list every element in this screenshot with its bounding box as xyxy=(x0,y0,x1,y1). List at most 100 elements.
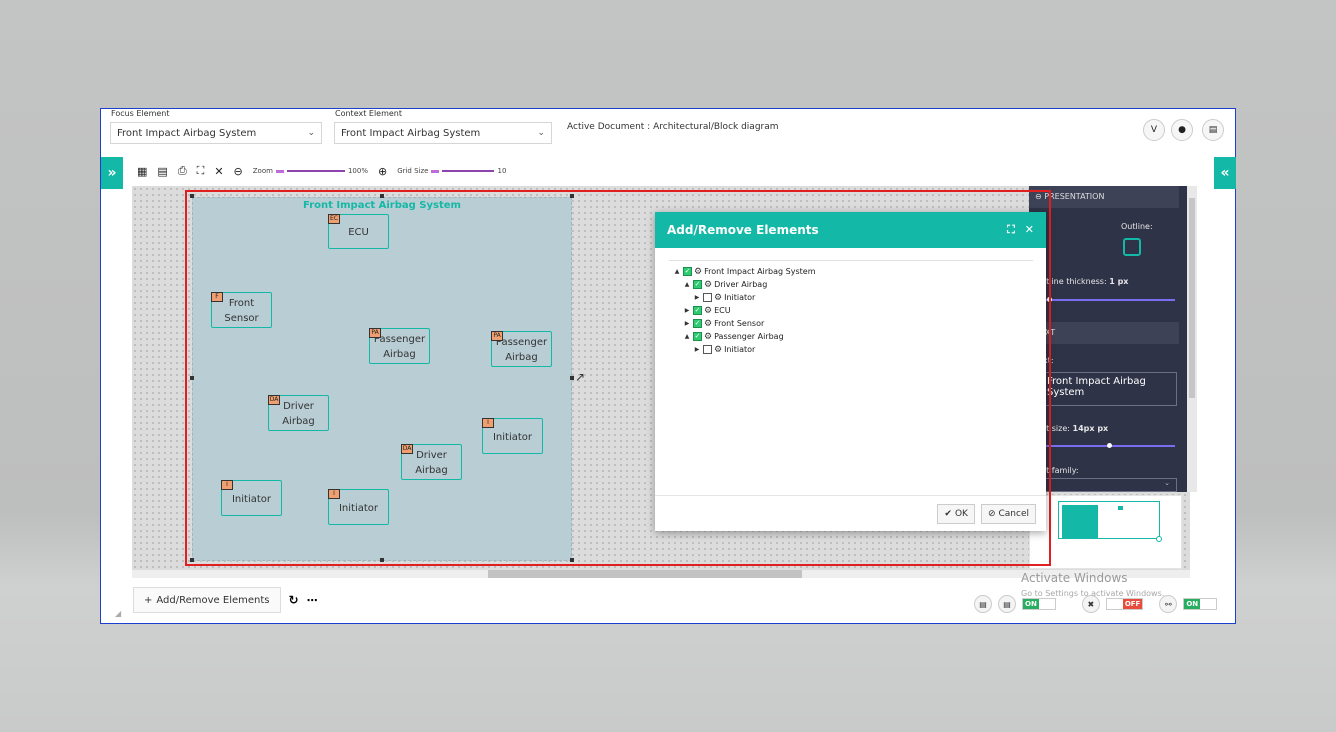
cancel-label: Cancel xyxy=(998,508,1030,519)
gears-icon: ⚙ xyxy=(704,318,713,329)
checkbox[interactable]: ✓ xyxy=(693,319,702,328)
collapse-icon[interactable]: ▲ xyxy=(683,333,691,340)
document-icon[interactable]: ▤ xyxy=(998,595,1016,613)
ok-button[interactable]: ✔ OK xyxy=(937,503,975,524)
outline-label: Outline: xyxy=(1121,222,1153,231)
dialog-header: Add/Remove Elements ⛶ ✕ xyxy=(655,212,1046,248)
font-size-label: nt size: 14px px xyxy=(1041,424,1109,433)
focus-element-select[interactable]: Front Impact Airbag System ⌄ xyxy=(110,122,322,144)
checkbox[interactable] xyxy=(703,293,712,302)
gears-icon: ⚙ xyxy=(704,305,713,316)
minimap[interactable] xyxy=(1029,495,1182,569)
minimap-modal xyxy=(1118,506,1123,510)
gears-icon: ⚙ xyxy=(694,266,703,277)
gears-icon: ⚙ xyxy=(714,292,723,303)
chevron-down-icon: ⌄ xyxy=(537,128,545,138)
checkbox[interactable] xyxy=(703,345,712,354)
tree-item[interactable]: ▶ ⚙ Initiator xyxy=(669,343,1033,356)
grid-size-value: 10 xyxy=(497,167,507,175)
collapse-icon[interactable]: ▲ xyxy=(683,281,691,288)
tree-item-label: ECU xyxy=(714,306,731,315)
dialog-title: Add/Remove Elements xyxy=(667,223,819,237)
expand-icon[interactable]: ▶ xyxy=(693,346,701,353)
document-icon[interactable]: ▤ xyxy=(974,595,992,613)
font-family-select[interactable]: ⌄ xyxy=(1043,478,1177,492)
outline-thickness-label: utline thickness: 1 px xyxy=(1041,277,1129,286)
tree-item[interactable]: ▲ ✓ ⚙ Passenger Airbag xyxy=(669,330,1033,343)
close-icon[interactable]: ✕ xyxy=(1025,223,1034,237)
checkbox[interactable]: ✓ xyxy=(693,280,702,289)
checkbox[interactable]: ✓ xyxy=(693,306,702,315)
ok-label: OK xyxy=(954,508,968,519)
export-svg-icon[interactable]: ▦ xyxy=(137,165,147,178)
tree-item-label: Front Impact Airbag System xyxy=(704,267,816,276)
outline-thickness-value: 1 px xyxy=(1109,277,1129,286)
tree-item-label: Passenger Airbag xyxy=(714,332,784,341)
panel-scrollbar[interactable] xyxy=(1187,186,1197,492)
zoom-value: 100% xyxy=(347,167,368,175)
context-element-value: Front Impact Airbag System xyxy=(341,127,481,139)
checkbox[interactable]: ✓ xyxy=(683,267,692,276)
toggle-switch[interactable]: OFF xyxy=(1105,598,1144,610)
top-bar: Focus Element Front Impact Airbag System… xyxy=(101,109,1235,153)
context-element-select[interactable]: Front Impact Airbag System ⌄ xyxy=(334,122,552,144)
tree-item[interactable]: ▲ ✓ ⚙ Driver Airbag xyxy=(669,278,1033,291)
outline-thickness-slider[interactable] xyxy=(1043,299,1175,301)
diagram-toolbar: ▦ ▤ ⎙ ⛶ ✕ ⊖ Zoom 100% ⊕ Grid Size 10 xyxy=(137,163,506,179)
plus-icon: + xyxy=(144,594,153,606)
cancel-icon: ⊘ xyxy=(987,508,996,519)
context-element-label: Context Element xyxy=(335,109,403,118)
check-icon: ✔ xyxy=(944,508,952,519)
expand-icon[interactable]: ▶ xyxy=(683,307,691,314)
element-tree: ▲ ✓ ⚙ Front Impact Airbag System ▲ ✓ ⚙ D… xyxy=(669,260,1033,356)
export-pdf-icon[interactable]: ▤ xyxy=(157,165,167,178)
chart-icon[interactable]: ▤ xyxy=(1202,119,1224,141)
grid-size-label: Grid Size xyxy=(397,167,429,175)
slider-knob[interactable] xyxy=(1107,443,1112,448)
gears-icon: ⚙ xyxy=(704,279,713,290)
more-icon[interactable]: ⋯ xyxy=(307,594,318,607)
fit-screen-icon[interactable]: ⛶ xyxy=(197,164,205,178)
expand-left-icon[interactable]: » xyxy=(101,157,123,189)
focus-element-label: Focus Element xyxy=(111,109,170,118)
zoom-slider[interactable]: Zoom 100% xyxy=(253,167,368,175)
maximize-icon[interactable]: ⛶ xyxy=(1007,223,1015,237)
expand-icon[interactable]: ▶ xyxy=(683,320,691,327)
zoom-out-icon[interactable]: ⊖ xyxy=(234,165,243,178)
tree-item[interactable]: ▲ ✓ ⚙ Front Impact Airbag System xyxy=(669,265,1033,278)
print-icon[interactable]: ⎙ xyxy=(178,164,187,178)
app-window: Focus Element Front Impact Airbag System… xyxy=(100,108,1236,624)
cancel-button[interactable]: ⊘ Cancel xyxy=(980,503,1036,524)
minimap-resize-handle[interactable] xyxy=(1156,536,1162,542)
add-remove-label: Add/Remove Elements xyxy=(156,594,270,606)
tree-item[interactable]: ▶ ✓ ⚙ Front Sensor xyxy=(669,317,1033,330)
properties-panel: ⊖ PRESENTATION l: Outline: utline thickn… xyxy=(1029,186,1189,492)
resize-grip-icon[interactable]: ◢ xyxy=(115,609,121,618)
text-input[interactable]: Front Impact Airbag System xyxy=(1043,372,1177,406)
bottom-bar: + Add/Remove Elements ↻ ⋯ xyxy=(133,587,318,613)
text-section-header[interactable]: TEXT xyxy=(1029,322,1179,344)
presentation-section-header[interactable]: ⊖ PRESENTATION xyxy=(1029,186,1179,208)
active-document: Active Document : Architectural/Block di… xyxy=(567,122,779,132)
gears-icon: ⚙ xyxy=(704,331,713,342)
zoom-in-icon[interactable]: ⊕ xyxy=(378,165,387,178)
checkbox[interactable]: ✓ xyxy=(693,332,702,341)
tree-item-label: Front Sensor xyxy=(714,319,765,328)
toggle-switch[interactable]: ON xyxy=(1022,598,1056,610)
tree-item[interactable]: ▶ ✓ ⚙ ECU xyxy=(669,304,1033,317)
add-remove-elements-button[interactable]: + Add/Remove Elements xyxy=(133,587,281,613)
outline-swatch[interactable] xyxy=(1123,238,1141,256)
focus-element-value: Front Impact Airbag System xyxy=(117,127,257,139)
collapse-icon[interactable]: ▲ xyxy=(673,268,681,275)
grid-size-slider[interactable]: Grid Size 10 xyxy=(397,167,506,175)
expand-icon[interactable]: ▶ xyxy=(693,294,701,301)
vertical-icon[interactable]: V xyxy=(1143,119,1165,141)
refresh-icon[interactable]: ↻ xyxy=(289,593,299,607)
tree-item[interactable]: ▶ ⚙ Initiator xyxy=(669,291,1033,304)
shrink-icon[interactable]: ✕ xyxy=(214,165,223,178)
drop-icon[interactable]: ● xyxy=(1171,119,1193,141)
toggle-switch[interactable]: ON xyxy=(1183,598,1218,610)
gears-icon: ⚙ xyxy=(714,344,723,355)
expand-right-icon[interactable]: « xyxy=(1214,157,1236,189)
activation-watermark-title: Activate Windows xyxy=(1021,571,1128,585)
